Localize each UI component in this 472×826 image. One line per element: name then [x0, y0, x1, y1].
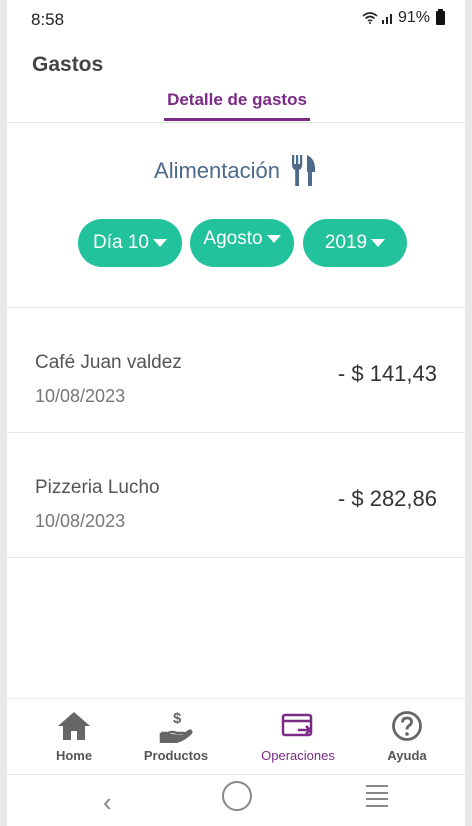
list-divider	[7, 432, 465, 433]
caret-down-icon	[371, 239, 386, 247]
nav-productos[interactable]: $ Productos	[119, 699, 233, 771]
battery-icon	[436, 9, 445, 25]
home-icon	[54, 708, 94, 744]
day-dropdown-label: Día 10	[93, 232, 149, 253]
nav-home-label: Home	[55, 748, 93, 763]
list-top-divider	[7, 307, 465, 308]
signal-icon	[381, 14, 392, 24]
status-bar: 8:58 91%	[7, 0, 465, 38]
nav-ayuda[interactable]: Ayuda	[350, 699, 464, 771]
phone-screen: 8:58 91% Gastos Detalle de gastos Alimen…	[7, 0, 465, 826]
card-transfer-icon	[278, 708, 318, 744]
year-dropdown-label: 2019	[324, 232, 368, 253]
transaction-date: 10/08/2023	[35, 511, 126, 531]
svg-text:$: $	[173, 710, 182, 727]
fork-knife-icon	[291, 155, 316, 186]
wifi-icon	[362, 12, 378, 24]
transaction-amount: - $ 282,86	[337, 486, 437, 511]
category-header: Alimentación	[7, 155, 465, 187]
recent-apps-icon[interactable]	[366, 785, 388, 807]
year-dropdown[interactable]: 2019	[303, 219, 407, 267]
page-title: Gastos	[32, 53, 104, 76]
list-divider	[7, 557, 465, 558]
back-icon[interactable]: ‹	[103, 787, 112, 818]
nav-operaciones-label: Operaciones	[261, 748, 335, 763]
header-divider	[7, 122, 465, 123]
home-circle-icon[interactable]	[222, 781, 252, 811]
nav-home[interactable]: Home	[17, 699, 131, 771]
tab-detalle-de-gastos[interactable]: Detalle de gastos	[164, 90, 310, 110]
caret-down-icon	[266, 235, 281, 243]
system-navigation-bar: ‹	[7, 774, 465, 826]
day-dropdown[interactable]: Día 10	[78, 219, 182, 267]
tab-active-indicator	[164, 118, 310, 121]
hand-dollar-icon: $	[156, 708, 196, 744]
status-time: 8:58	[31, 10, 65, 29]
transaction-name: Café Juan valdez	[35, 352, 182, 373]
bottom-navigation: Home $ Productos Operaciones Ayuda	[7, 698, 465, 770]
transaction-name: Pizzeria Lucho	[35, 477, 160, 498]
help-circle-icon	[387, 708, 427, 744]
month-dropdown-label: Agosto	[203, 228, 263, 249]
category-label: Alimentación	[154, 158, 280, 183]
status-indicators: 91%	[362, 9, 445, 27]
nav-operaciones[interactable]: Operaciones	[241, 699, 355, 771]
month-dropdown[interactable]: Agosto	[190, 219, 294, 267]
caret-down-icon	[152, 239, 167, 247]
nav-ayuda-label: Ayuda	[387, 748, 427, 763]
transaction-date: 10/08/2023	[35, 386, 126, 406]
nav-productos-label: Productos	[143, 748, 209, 763]
battery-percent: 91%	[397, 9, 430, 26]
transaction-amount: - $ 141,43	[337, 361, 437, 386]
